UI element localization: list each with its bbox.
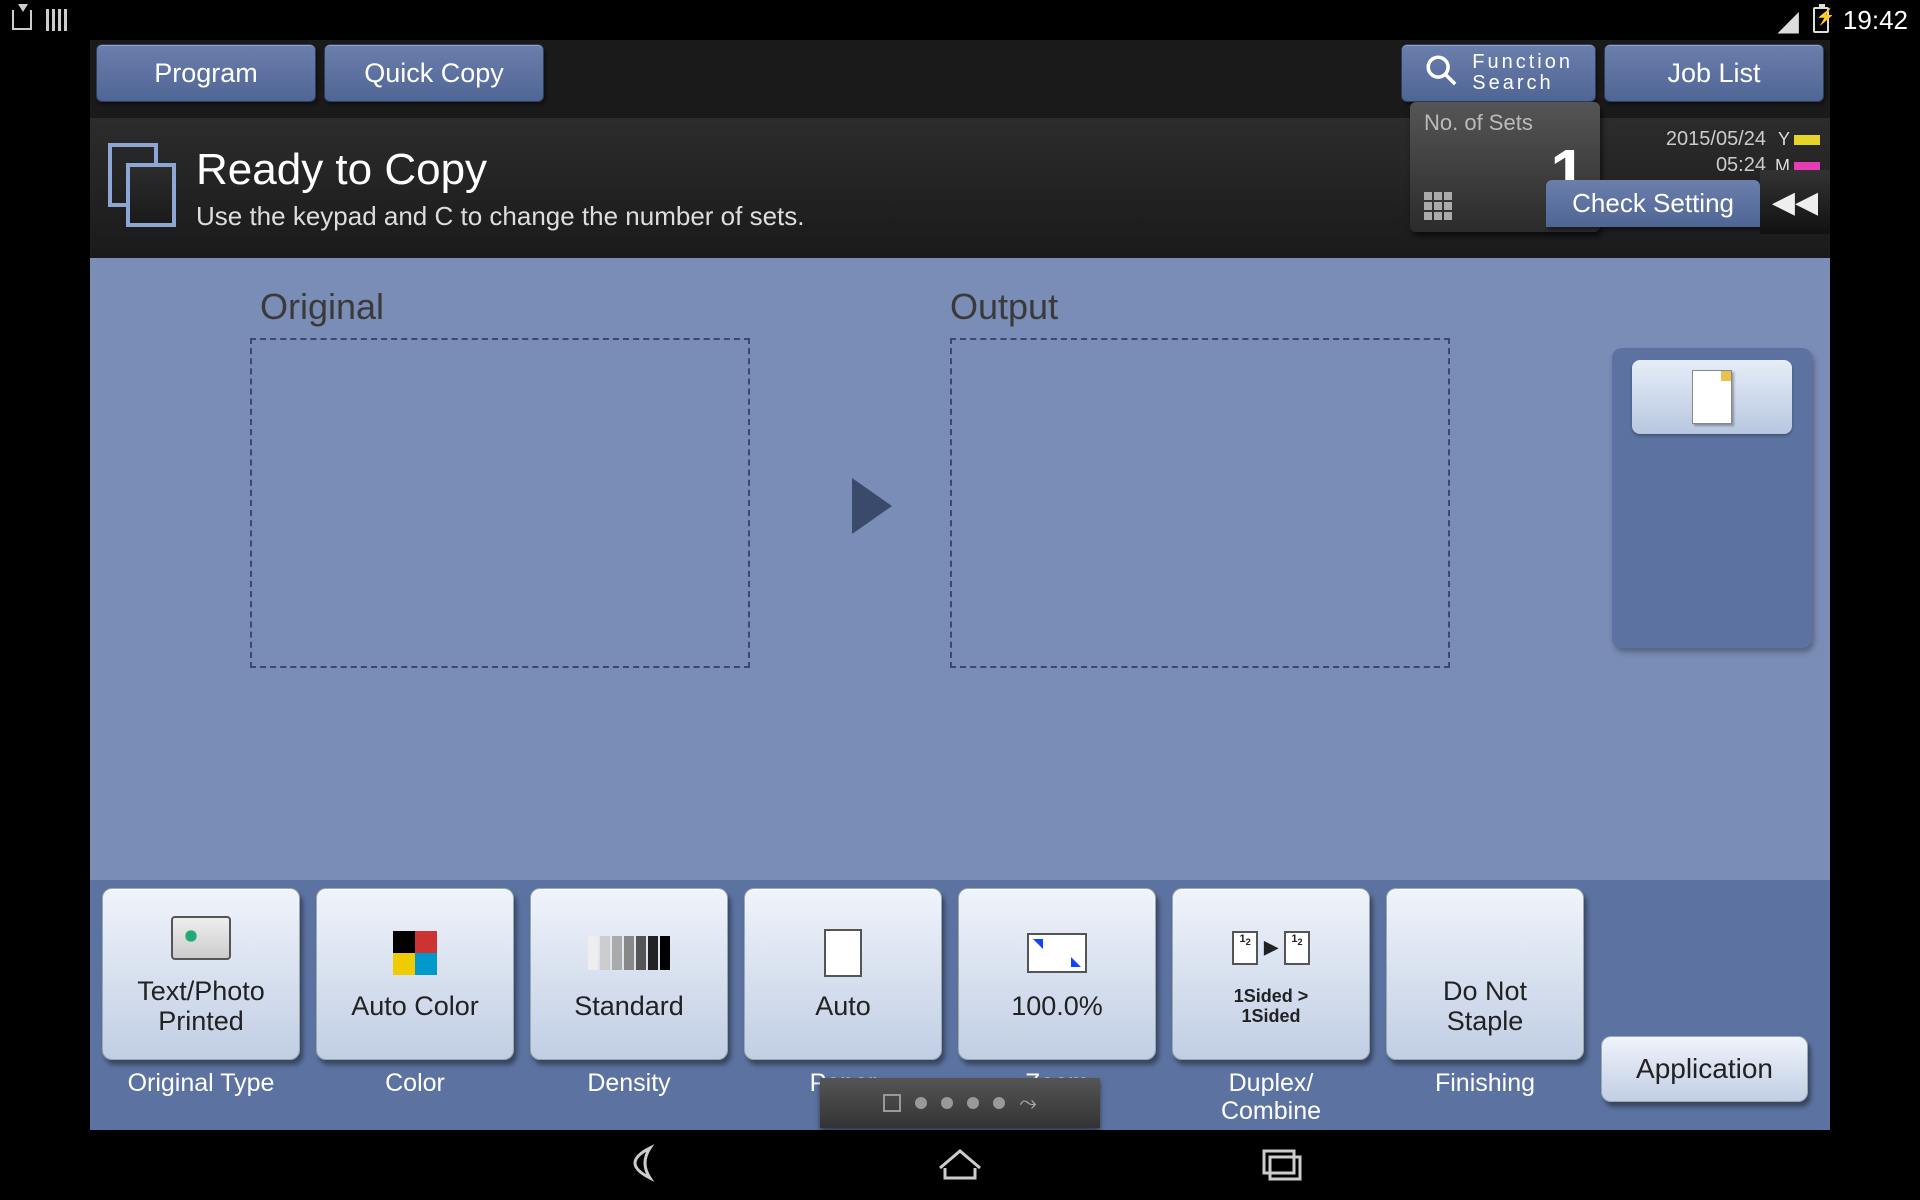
quick-copy-button[interactable]: Quick Copy: [324, 44, 544, 102]
meta-date: 2015/05/24: [1666, 126, 1766, 152]
page-icon: [1692, 370, 1732, 424]
paper-button[interactable]: Auto: [744, 888, 942, 1060]
home-button[interactable]: [930, 1143, 990, 1188]
recent-apps-button[interactable]: [1250, 1143, 1310, 1188]
output-label: Output: [950, 286, 1058, 328]
status-title: Ready to Copy: [196, 145, 805, 195]
back-button[interactable]: [610, 1143, 670, 1188]
clock: 19:42: [1843, 5, 1908, 36]
paper-tray-panel: [1612, 348, 1812, 648]
color-button[interactable]: Auto Color: [316, 888, 514, 1060]
wifi-icon: ◢: [1777, 4, 1799, 37]
android-status-bar: ◢ 19:42: [0, 0, 1920, 40]
output-preview: [950, 338, 1450, 668]
battery-icon: [1813, 7, 1829, 33]
original-preview: [250, 338, 750, 668]
duplex-combine-button[interactable]: 12▶12 1Sided > 1Sided: [1172, 888, 1370, 1060]
drawer-tab-button[interactable]: ◀◀: [1760, 170, 1830, 234]
dock-arrow-icon: ⤳: [1019, 1090, 1037, 1116]
book-icon: [171, 916, 231, 960]
copy-icon: [108, 143, 178, 233]
finishing-button[interactable]: Do Not Staple: [1386, 888, 1584, 1060]
color-swatch-icon: [393, 931, 437, 975]
copier-screen: Program Quick Copy Function Search Job L…: [90, 40, 1830, 1130]
dock-square-icon: [883, 1094, 901, 1112]
paper-icon: [824, 929, 862, 977]
paper-tray-button[interactable]: [1632, 360, 1792, 434]
function-search-button[interactable]: Function Search: [1401, 44, 1596, 102]
original-type-button[interactable]: Text/Photo Printed: [102, 888, 300, 1060]
download-icon: [12, 10, 32, 30]
bars-icon: [46, 9, 67, 31]
main-area: Original Output: [90, 258, 1830, 880]
arrow-right-icon: [852, 478, 892, 534]
application-button[interactable]: Application: [1601, 1036, 1808, 1102]
page-dock[interactable]: ⤳: [820, 1078, 1100, 1128]
duplex-icon: 12▶12: [1232, 931, 1310, 965]
meta-time: 05:24: [1666, 152, 1766, 178]
android-nav-bar: [0, 1130, 1920, 1200]
rewind-icon: ◀◀: [1772, 185, 1818, 220]
sets-label: No. of Sets: [1424, 110, 1586, 136]
zoom-icon: [1027, 933, 1087, 973]
check-setting-button[interactable]: Check Setting: [1546, 180, 1760, 227]
density-icon: [588, 936, 670, 970]
status-subtitle: Use the keypad and C to change the numbe…: [196, 201, 805, 232]
original-label: Original: [260, 286, 384, 328]
keypad-icon: [1424, 192, 1452, 220]
density-button[interactable]: Standard: [530, 888, 728, 1060]
zoom-button[interactable]: 100.0%: [958, 888, 1156, 1060]
program-button[interactable]: Program: [96, 44, 316, 102]
search-icon: [1424, 53, 1458, 94]
job-list-button[interactable]: Job List: [1604, 44, 1824, 102]
